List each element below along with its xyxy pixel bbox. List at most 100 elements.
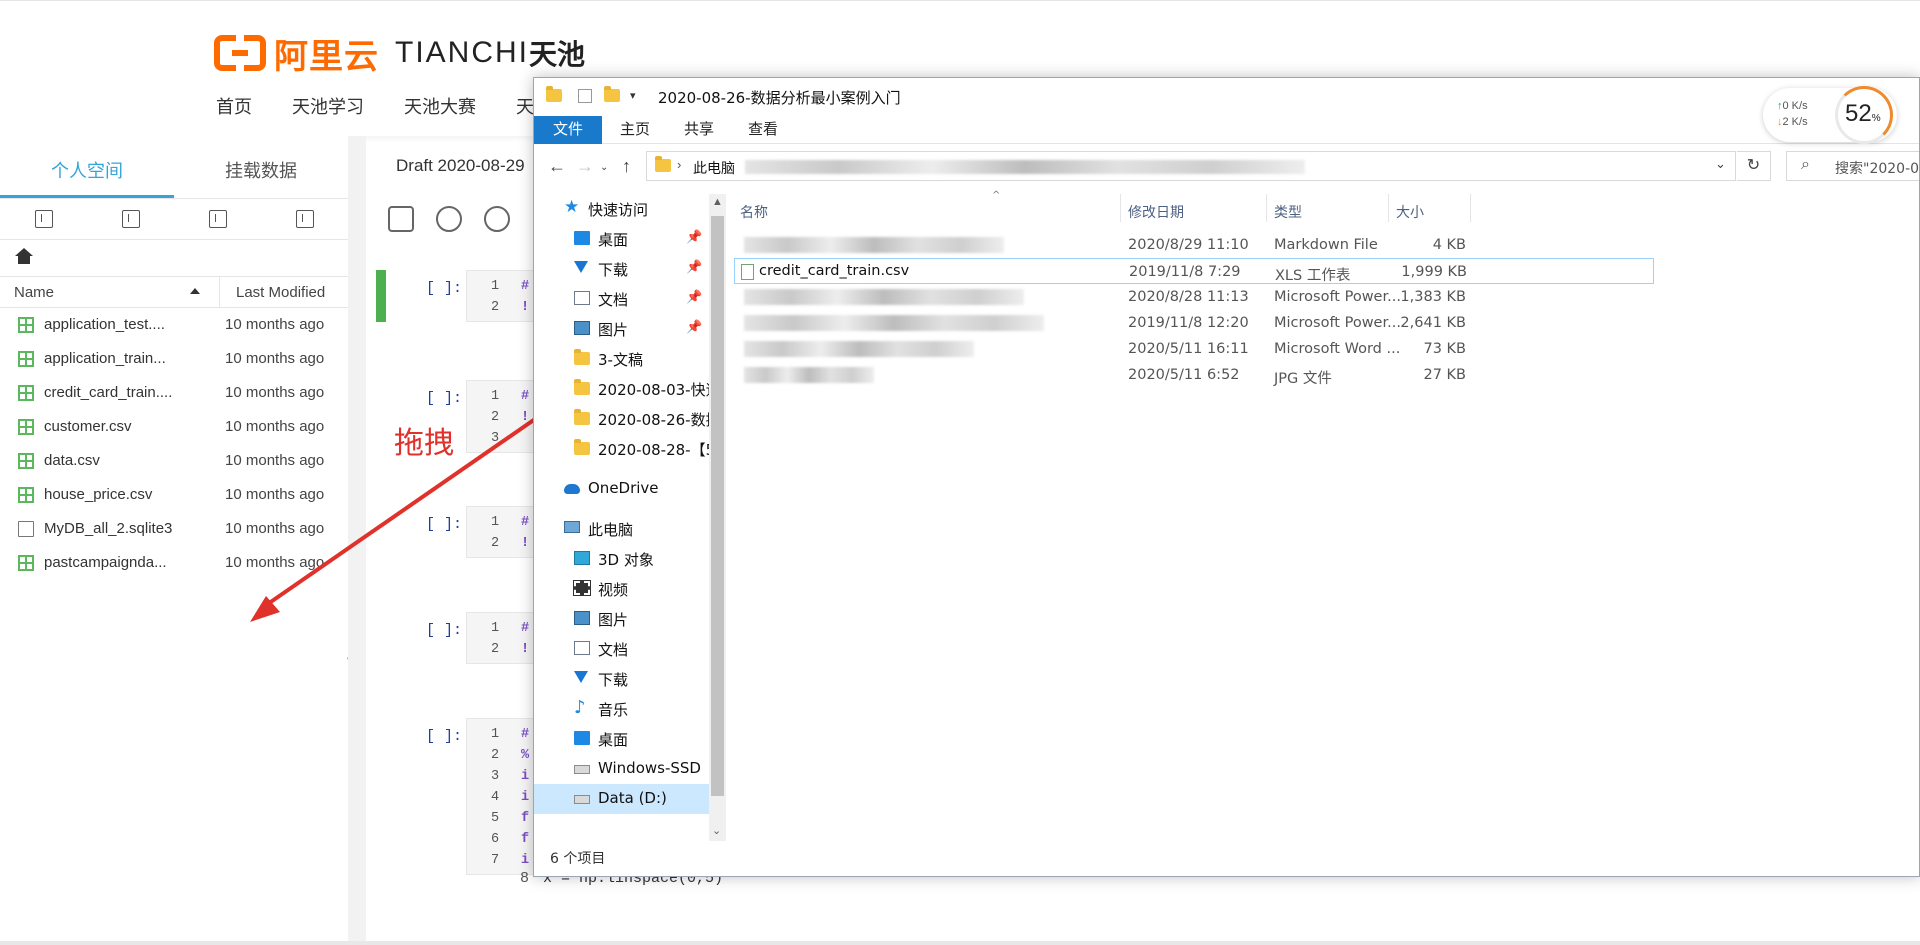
file-row[interactable]: 2020/8/28 11:13 Microsoft Power... 1,383 K… — [734, 284, 1634, 310]
scroll-thumb[interactable] — [711, 216, 724, 796]
new-folder-quick-icon[interactable] — [604, 86, 620, 103]
nav-item[interactable]: 下载 — [534, 664, 709, 694]
nav-more[interactable]: 天 — [516, 93, 534, 119]
nav-item[interactable]: Data (D:) — [534, 784, 709, 814]
ribbon-tab-home[interactable]: 主页 — [620, 116, 650, 144]
refresh-icon[interactable]: ↻ — [1737, 151, 1771, 181]
file-row[interactable]: customer.csv 10 months ago — [0, 410, 348, 444]
nav-item[interactable]: ★ 快速访问 — [534, 194, 709, 224]
panel-splitter[interactable] — [348, 136, 366, 941]
code-cell[interactable]: [ ]: 1 #2% 3 i 4 i 5 f 6 f 7 i — [376, 718, 556, 875]
nav-item[interactable]: 2020-08-26-数据 — [534, 404, 709, 434]
nav-item[interactable]: Windows-SSD — [534, 754, 709, 784]
nav-item[interactable]: 3-文稿 — [534, 344, 709, 374]
nav-item[interactable]: 3D 对象 — [534, 544, 709, 574]
nav-item[interactable]: 桌面 📌 — [534, 224, 709, 254]
home-icon[interactable] — [14, 248, 34, 266]
network-speed-widget[interactable]: ↑0 K/s ↓2 K/s 52% — [1763, 86, 1897, 144]
nav-item[interactable]: ♪ 音乐 — [534, 694, 709, 724]
file-row[interactable]: 2020/5/11 16:11 Microsoft Word ... 73 KB — [734, 336, 1634, 362]
code-cell[interactable]: [ ]: 1 #2! — [376, 612, 556, 664]
file-row[interactable]: 2020/8/29 11:10 Markdown File 4 KB — [734, 232, 1634, 258]
file-row[interactable]: house_price.csv 10 months ago — [0, 478, 348, 512]
clipboard-icon[interactable] — [295, 210, 314, 228]
new-folder-icon[interactable] — [208, 210, 227, 228]
nav-item[interactable]: 图片 — [534, 604, 709, 634]
nav-item[interactable]: 文档 — [534, 634, 709, 664]
explorer-titlebar[interactable]: ▾ 2020-08-26-数据分析最小案例入门 — [534, 78, 1919, 116]
file-row[interactable]: 2019/11/8 12:20 Microsoft Power... 2,641 K… — [734, 310, 1634, 336]
restart-icon[interactable] — [484, 206, 510, 232]
scroll-down-icon[interactable]: ⌄ — [712, 824, 721, 837]
column-separator[interactable] — [1120, 194, 1121, 222]
pin-icon[interactable]: 📌 — [686, 320, 702, 335]
breadcrumb-this-pc[interactable]: 此电脑 — [693, 158, 735, 178]
column-name[interactable]: 名称 — [740, 202, 768, 222]
new-file-icon[interactable] — [121, 210, 140, 228]
folder-icon — [574, 349, 590, 365]
nav-item[interactable]: 视频 — [534, 574, 709, 604]
cell-editor[interactable]: 1 #2! 3 — [466, 380, 536, 453]
back-arrow-icon[interactable]: ← — [548, 156, 566, 177]
properties-icon[interactable] — [578, 89, 592, 103]
nav-item[interactable]: 2020-08-03-快速 — [534, 374, 709, 404]
upload-icon[interactable] — [34, 210, 53, 228]
search-input[interactable]: ⌕ 搜索"2020-0 — [1786, 151, 1919, 181]
pin-icon[interactable]: 📌 — [686, 230, 702, 245]
column-type[interactable]: 类型 — [1274, 202, 1302, 222]
nav-item[interactable]: 桌面 — [534, 724, 709, 754]
column-date[interactable]: 修改日期 — [1128, 202, 1184, 222]
code-cell[interactable]: [ ]: 1 #2! — [376, 506, 556, 558]
nav-label: 图片 — [598, 611, 629, 629]
code-line: 3i — [467, 766, 535, 787]
cell-editor[interactable]: 1 #2! — [466, 270, 536, 322]
recent-locations-icon[interactable]: ⌄ — [600, 162, 608, 173]
cell-editor[interactable]: 1 #2% 3 i 4 i 5 f 6 f 7 i — [466, 718, 536, 875]
column-name[interactable]: Name — [14, 284, 54, 301]
tab-mounted-data[interactable]: 挂载数据 — [174, 148, 348, 198]
pin-icon[interactable]: 📌 — [686, 260, 702, 275]
column-last-modified[interactable]: Last Modified — [236, 284, 325, 301]
tab-personal-space[interactable]: 个人空间 — [0, 148, 174, 198]
ribbon-tab-share[interactable]: 共享 — [684, 116, 714, 144]
customize-quick-access-icon[interactable]: ▾ — [630, 89, 644, 103]
run-icon[interactable] — [436, 206, 462, 232]
code-cell[interactable]: [ ]: 1 #2! — [376, 270, 556, 322]
up-arrow-icon[interactable]: ↑ — [622, 156, 631, 177]
column-separator[interactable] — [1266, 194, 1267, 222]
nav-item[interactable]: 图片 📌 — [534, 314, 709, 344]
nav-item[interactable]: 下载 📌 — [534, 254, 709, 284]
ribbon-tab-file[interactable]: 文件 — [534, 116, 602, 144]
cell-editor[interactable]: 1 #2! — [466, 612, 536, 664]
nav-competition[interactable]: 天池大赛 — [404, 93, 476, 119]
pin-icon[interactable]: 📌 — [686, 290, 702, 305]
file-row[interactable]: application_train... 10 months ago — [0, 342, 348, 376]
nav-item[interactable]: 2020-08-28-【5 — [534, 434, 709, 464]
nav-learning[interactable]: 天池学习 — [292, 93, 364, 119]
cell-editor[interactable]: 1 #2! — [466, 506, 536, 558]
nav-item[interactable]: OneDrive — [534, 474, 709, 504]
sort-asc-icon[interactable] — [190, 288, 200, 294]
table-icon — [18, 351, 34, 367]
tianchi-logo[interactable]: 阿里云 TIANCHI 天池 — [214, 31, 585, 77]
file-row[interactable]: data.csv 10 months ago — [0, 444, 348, 478]
file-row[interactable]: pastcampaignda... 10 months ago — [0, 546, 348, 580]
nav-item[interactable]: 文档 📌 — [534, 284, 709, 314]
nav-home[interactable]: 首页 — [216, 93, 252, 119]
column-separator[interactable] — [1388, 194, 1389, 222]
file-row[interactable]: MyDB_all_2.sqlite3 10 months ago — [0, 512, 348, 546]
file-row[interactable]: 2020/5/11 6:52 JPG 文件 27 KB — [734, 362, 1634, 388]
nav-scrollbar[interactable]: ▲ ⌄ — [709, 194, 726, 841]
column-separator[interactable] — [1470, 194, 1471, 222]
ribbon-tab-view[interactable]: 查看 — [748, 116, 778, 144]
file-row[interactable]: credit_card_train.csv 2019/11/8 7:29 XLS 工… — [734, 258, 1654, 284]
address-dropdown-icon[interactable]: ⌄ — [1715, 156, 1726, 172]
scroll-up-icon[interactable]: ▲ — [712, 196, 723, 208]
save-icon[interactable] — [388, 206, 414, 232]
file-row[interactable]: application_test.... 10 months ago — [0, 308, 348, 342]
forward-arrow-icon[interactable]: → — [576, 156, 594, 177]
nav-item[interactable]: 此电脑 — [534, 514, 709, 544]
column-size[interactable]: 大小 — [1396, 202, 1424, 222]
file-row[interactable]: credit_card_train.... 10 months ago — [0, 376, 348, 410]
address-bar[interactable]: › 此电脑 ⌄ — [646, 151, 1736, 181]
